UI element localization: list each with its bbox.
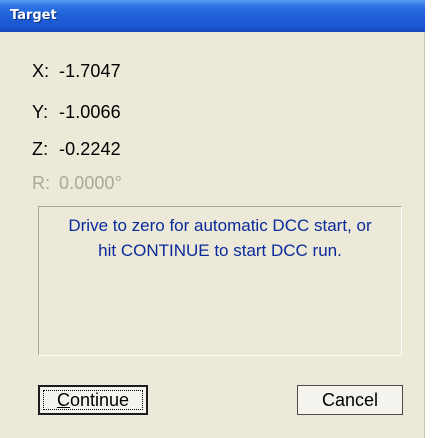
r-coordinate-row: R: 0.0000°	[32, 173, 122, 194]
y-coordinate-row: Y: -1.0066	[32, 102, 121, 123]
z-label: Z:	[32, 139, 49, 159]
cancel-button[interactable]: Cancel	[297, 385, 403, 415]
r-label: R:	[32, 173, 51, 193]
window-title: Target	[10, 8, 57, 23]
y-label: Y:	[32, 102, 49, 122]
target-dialog: Target X: -1.7047 Y: -1.0066 Z: -0.2242 R: 0…	[0, 0, 425, 438]
message-panel: Drive to zero for automatic DCC start, o…	[38, 206, 402, 356]
continue-label: ontinue	[69, 389, 130, 410]
continue-accelerator-key: C	[56, 389, 70, 410]
z-coordinate-row: Z: -0.2242	[32, 139, 121, 160]
y-value: -1.0066	[59, 102, 121, 122]
continue-button[interactable]: Continue	[38, 385, 148, 415]
x-value: -1.7047	[59, 61, 121, 81]
r-value: 0.0000°	[59, 173, 122, 193]
x-label: X:	[32, 61, 50, 81]
message-line-2: hit CONTINUE to start DCC run.	[98, 241, 342, 260]
message-line-1: Drive to zero for automatic DCC start, o…	[68, 216, 372, 235]
instruction-message: Drive to zero for automatic DCC start, o…	[39, 213, 401, 263]
z-value: -0.2242	[59, 139, 121, 159]
title-bar[interactable]: Target	[0, 0, 425, 32]
x-coordinate-row: X: -1.7047	[32, 61, 121, 82]
